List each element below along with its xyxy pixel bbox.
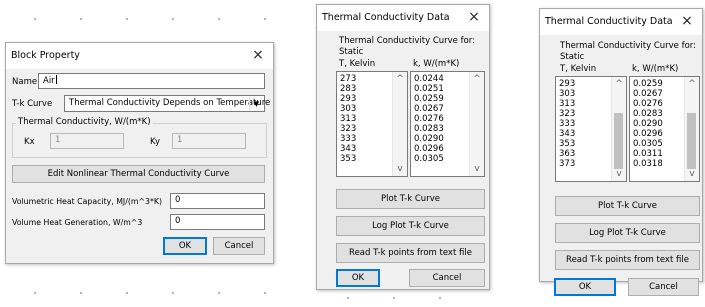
heat-capacity-input[interactable]: 0	[170, 193, 265, 209]
read-tk-points-button[interactable]: Read T-k points from text file	[336, 243, 485, 263]
block-property-titlebar: Block Property ×	[6, 43, 273, 69]
conductivity-values: 0.0244 0.0251 0.0259 0.0267 0.0276 0.028…	[414, 74, 444, 164]
ok-button[interactable]: OK	[554, 278, 616, 296]
cancel-button[interactable]: Cancel	[628, 278, 699, 296]
scroll-down-icon[interactable]: v	[470, 163, 484, 175]
close-icon[interactable]: ×	[465, 8, 483, 26]
ok-button[interactable]: OK	[163, 237, 207, 255]
temperature-list[interactable]: 293 303 313 323 333 343 353 363 373 ^ v	[555, 76, 627, 182]
log-plot-tk-curve-button[interactable]: Log Plot T-k Curve	[555, 223, 700, 243]
temperature-list-scrollbar[interactable]: ^ v	[392, 72, 407, 176]
cancel-button[interactable]: Cancel	[213, 237, 265, 255]
t-column-label: T, Kelvin	[339, 59, 376, 69]
k-column-label: k, W/(m*K)	[413, 59, 460, 69]
k-column-label: k, W/(m*K)	[632, 64, 679, 74]
curve-name: Static	[560, 52, 585, 62]
heat-generation-label: Volume Heat Generation, W/m^3	[12, 218, 143, 227]
close-icon[interactable]: ×	[678, 12, 696, 30]
conductivity-list[interactable]: 0.0259 0.0267 0.0276 0.0283 0.0290 0.029…	[629, 76, 700, 182]
scrollbar-thumb[interactable]	[614, 113, 623, 169]
kx-value: 1	[55, 135, 61, 145]
curve-for-label: Thermal Conductivity Curve for:	[339, 36, 476, 46]
ok-button[interactable]: OK	[336, 269, 380, 287]
ky-input[interactable]: 1	[172, 133, 246, 149]
log-plot-tk-curve-button[interactable]: Log Plot T-k Curve	[336, 216, 485, 236]
edit-nonlinear-curve-button[interactable]: Edit Nonlinear Thermal Conductivity Curv…	[12, 165, 265, 183]
conductivity-list-scrollbar[interactable]: ^ v	[469, 72, 484, 176]
block-property-title: Block Property	[11, 50, 80, 61]
tk-curve-value: Thermal Conductivity Depends on Temperat…	[69, 98, 271, 108]
plot-tk-curve-button[interactable]: Plot T-k Curve	[555, 196, 700, 216]
block-property-dialog: Block Property × Name Air T-k Curve Ther…	[5, 42, 274, 264]
name-input[interactable]: Air	[38, 73, 265, 89]
tc-dialog-2-title: Thermal Conductivity Data	[545, 16, 673, 27]
scroll-down-icon[interactable]: v	[685, 168, 699, 180]
tk-curve-label: T-k Curve	[12, 99, 53, 109]
temperature-list-scrollbar[interactable]: ^ v	[611, 77, 626, 181]
thermal-conductivity-dialog-2: Thermal Conductivity Data × Thermal Cond…	[539, 8, 703, 282]
heat-generation-input[interactable]: 0	[170, 214, 265, 230]
background-dots-top	[12, 18, 302, 20]
background-dots-bottom-mid	[325, 297, 485, 299]
thermal-conductivity-group-label: Thermal Conductivity, W/(m*K)	[16, 117, 153, 127]
chevron-down-icon[interactable]: ▼	[249, 97, 263, 110]
conductivity-list-scrollbar[interactable]: ^ v	[684, 77, 699, 181]
kx-input[interactable]: 1	[50, 133, 124, 149]
kx-label: Kx	[24, 137, 35, 147]
scroll-up-icon[interactable]: ^	[470, 73, 484, 85]
scroll-down-icon[interactable]: v	[612, 168, 626, 180]
temperature-values: 273 283 293 303 313 323 333 343 353	[340, 74, 357, 164]
tk-curve-select[interactable]: Thermal Conductivity Depends on Temperat…	[64, 95, 270, 112]
ky-value: 1	[177, 135, 183, 145]
tc-dialog-1-title: Thermal Conductivity Data	[322, 12, 450, 23]
heat-capacity-value: 0	[175, 195, 181, 205]
name-value: Air	[43, 76, 55, 86]
scrollbar-thumb[interactable]	[687, 113, 696, 169]
cancel-button[interactable]: Cancel	[409, 269, 485, 287]
heat-capacity-label: Volumetric Heat Capacity, MJ/(m^3*K)	[12, 197, 163, 206]
tc-dialog-1-titlebar: Thermal Conductivity Data ×	[317, 5, 489, 31]
read-tk-points-button[interactable]: Read T-k points from text file	[555, 250, 700, 270]
heat-generation-value: 0	[175, 216, 181, 226]
t-column-label: T, Kelvin	[560, 64, 597, 74]
conductivity-values: 0.0259 0.0267 0.0276 0.0283 0.0290 0.029…	[633, 79, 663, 169]
ky-label: Ky	[150, 137, 160, 147]
conductivity-list[interactable]: 0.0244 0.0251 0.0259 0.0267 0.0276 0.028…	[410, 71, 485, 177]
text-caret	[55, 75, 57, 84]
temperature-values: 293 303 313 323 333 343 353 363 373	[559, 79, 576, 169]
scroll-down-icon[interactable]: v	[393, 163, 407, 175]
background-dots-bottom	[12, 292, 302, 294]
temperature-list[interactable]: 273 283 293 303 313 323 333 343 353 ^ v	[336, 71, 408, 177]
curve-name: Static	[339, 47, 364, 57]
scroll-up-icon[interactable]: ^	[393, 73, 407, 85]
close-icon[interactable]: ×	[249, 46, 267, 64]
scroll-up-icon[interactable]: ^	[612, 78, 626, 90]
tc-dialog-2-titlebar: Thermal Conductivity Data ×	[540, 9, 702, 35]
curve-for-label: Thermal Conductivity Curve for:	[560, 41, 697, 51]
scroll-up-icon[interactable]: ^	[685, 78, 699, 90]
plot-tk-curve-button[interactable]: Plot T-k Curve	[336, 189, 485, 209]
name-label: Name	[12, 77, 38, 87]
thermal-conductivity-dialog-1: Thermal Conductivity Data × Thermal Cond…	[316, 4, 490, 290]
